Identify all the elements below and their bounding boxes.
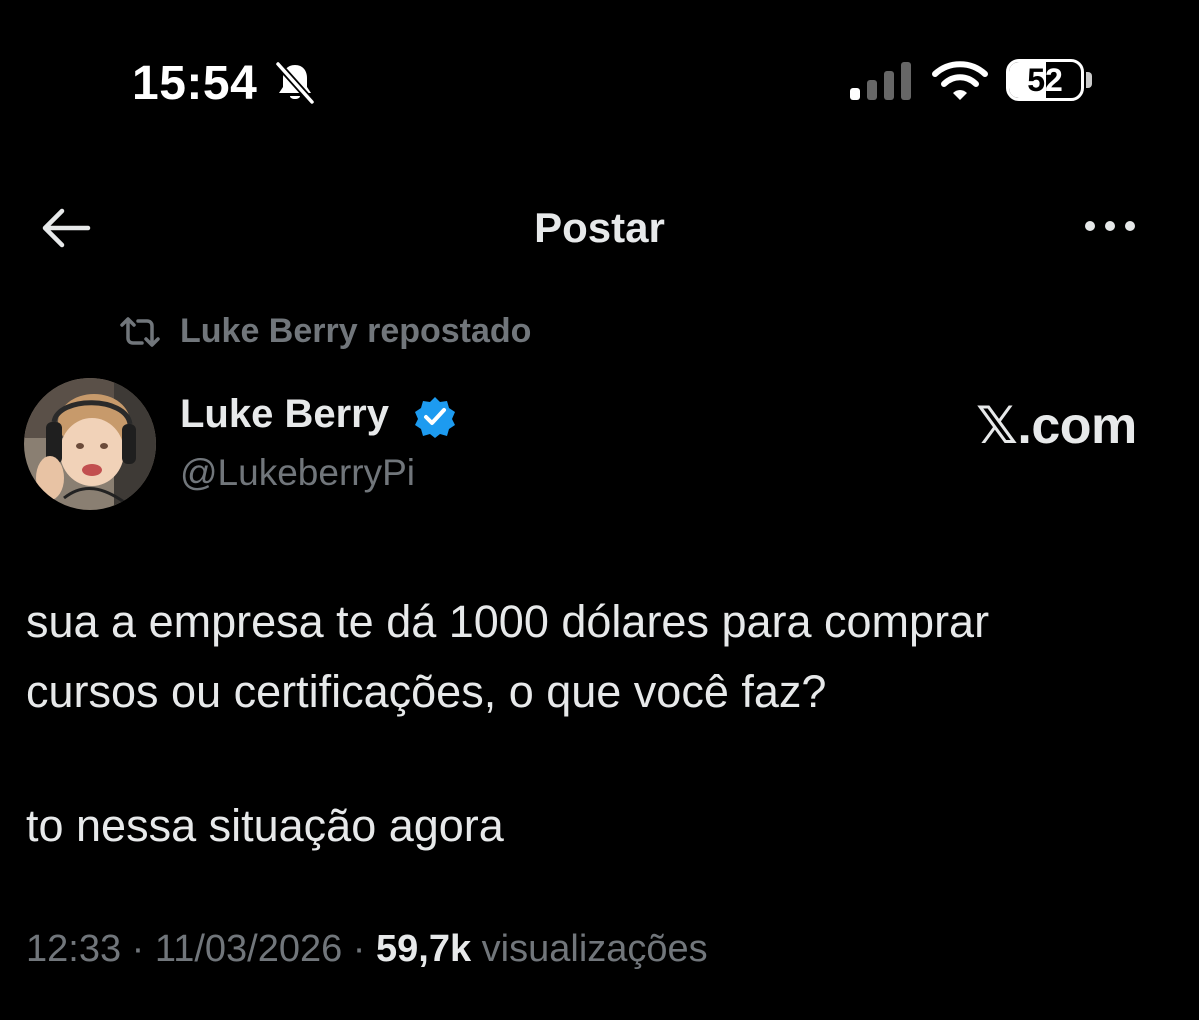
meta-separator: · <box>121 928 155 970</box>
battery-icon: 52 <box>1006 59 1084 101</box>
verified-badge-icon <box>415 397 455 438</box>
author-handle[interactable]: @LukeberryPi <box>180 452 415 494</box>
tweet-line: cursos ou certificações, o que você faz? <box>26 666 827 717</box>
author-name[interactable]: Luke Berry <box>180 392 389 437</box>
battery-percentage: 52 <box>1027 62 1063 98</box>
views-label: visualizações <box>471 928 708 970</box>
repost-label: Luke Berry repostado <box>180 312 532 350</box>
signal-icon <box>850 62 911 100</box>
meta-separator: · <box>342 928 377 970</box>
tweet-text: sua a empresa te dá 1000 dólares para co… <box>26 587 1176 861</box>
avatar[interactable] <box>24 378 156 510</box>
x-watermark: 𝕏.com <box>976 397 1137 455</box>
tweet-line: sua a empresa te dá 1000 dólares para co… <box>26 596 990 647</box>
bell-slash-icon <box>275 61 315 105</box>
wifi-icon <box>932 61 988 100</box>
more-horizontal-icon[interactable] <box>1082 216 1138 236</box>
tweet-time[interactable]: 12:33 <box>26 928 121 970</box>
views-count: 59,7k <box>376 928 472 970</box>
tweet-line: to nessa situação agora <box>26 800 504 851</box>
avatar-image <box>24 378 156 510</box>
tweet-date[interactable]: 11/03/2026 <box>155 928 342 970</box>
tweet-meta: 12:33 · 11/03/2026 · 59,7k visualizações <box>26 928 708 971</box>
status-time: 15:54 <box>132 57 258 110</box>
repost-icon <box>120 317 160 347</box>
battery-cap <box>1086 72 1092 88</box>
page-title: Postar <box>534 204 665 251</box>
